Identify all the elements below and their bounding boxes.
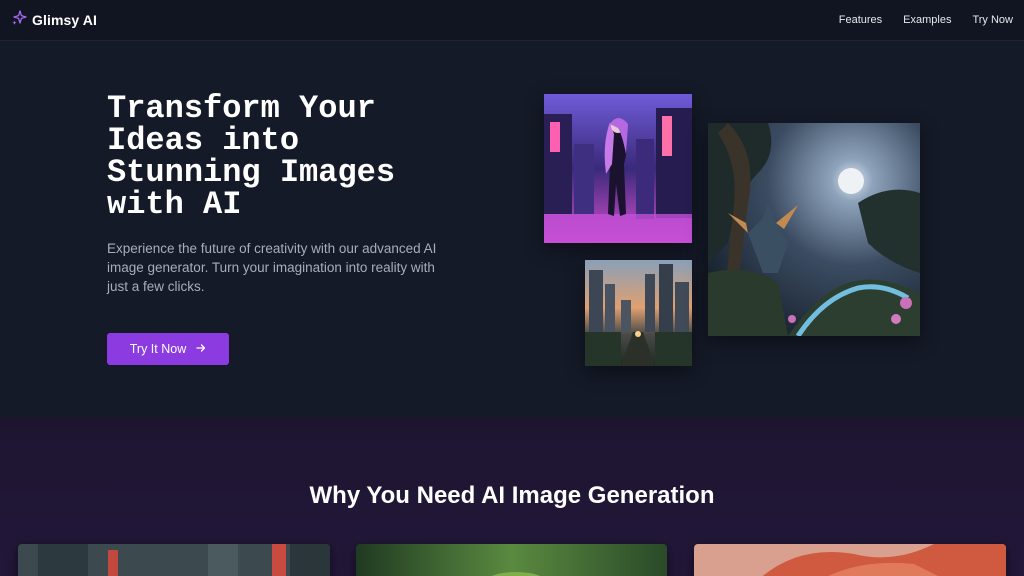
nav-link-try-now[interactable]: Try Now <box>972 13 1013 27</box>
cta-label: Try It Now <box>129 342 187 356</box>
nav-links: Features Examples Try Now <box>818 13 1013 27</box>
green-blur-thumbnail <box>356 544 667 576</box>
brand-logo[interactable]: Glimsy AI <box>11 9 97 31</box>
nav-link-features[interactable]: Features <box>839 13 882 27</box>
neon-street-thumbnail <box>18 544 330 576</box>
hero-section: Transform Your Ideas into Stunning Image… <box>0 41 1024 418</box>
hero-title: Transform Your Ideas into Stunning Image… <box>107 90 396 223</box>
brand-name: Glimsy AI <box>32 12 97 28</box>
fantasy-dragon-forest-image <box>708 123 920 336</box>
city-sunset-image <box>585 260 692 366</box>
hero-description: Experience the future of creativity with… <box>107 241 437 294</box>
sparkle-icon <box>11 9 27 31</box>
arrow-right-icon <box>186 340 206 358</box>
anime-city-girl-image <box>544 94 692 243</box>
section-title: Why You Need AI Image Generation <box>309 482 715 509</box>
top-navbar: Glimsy AI Features Examples Try Now <box>0 0 1024 41</box>
red-feathers-thumbnail <box>694 544 1006 576</box>
nav-link-examples[interactable]: Examples <box>903 13 951 27</box>
try-it-now-button[interactable]: Try It Now <box>107 333 229 365</box>
why-section: Why You Need AI Image Generation <box>0 418 1024 576</box>
